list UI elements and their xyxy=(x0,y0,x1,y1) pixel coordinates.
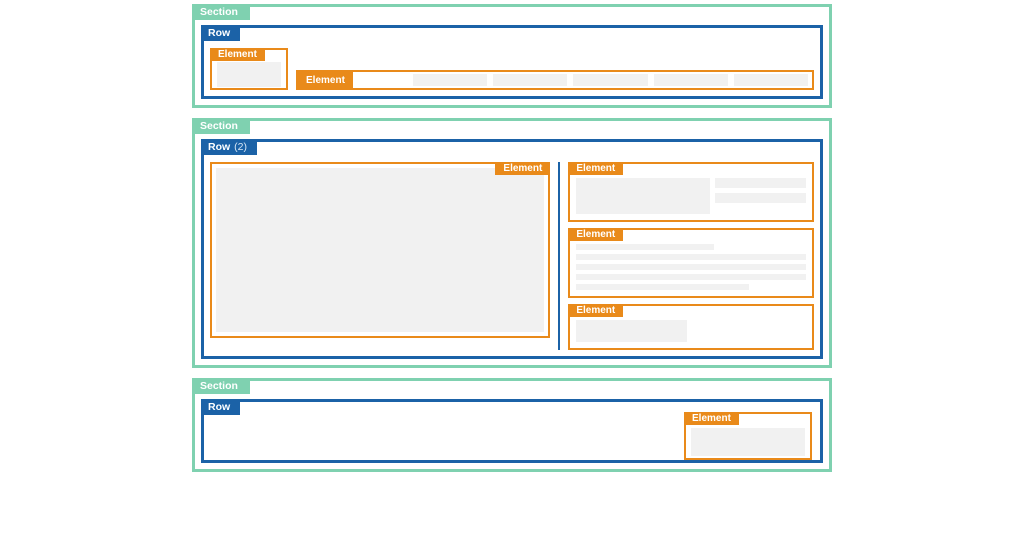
row-label: Row xyxy=(201,399,240,415)
placeholder-block xyxy=(734,74,808,86)
placeholder-block xyxy=(715,178,806,188)
placeholder-line xyxy=(576,254,806,260)
element-label: Element xyxy=(684,412,739,425)
placeholder-line xyxy=(576,274,806,280)
placeholder-block xyxy=(216,168,544,332)
element-footer-widget: Element xyxy=(684,412,812,460)
element-heading-block: Element xyxy=(568,162,814,222)
row-label: Row (2) xyxy=(201,139,257,155)
placeholder-block xyxy=(217,62,281,87)
placeholder-line xyxy=(576,284,748,290)
placeholder-block xyxy=(691,428,805,456)
element-label: Element xyxy=(298,72,353,88)
section-label: Section xyxy=(192,4,250,20)
row-label: Row xyxy=(201,25,240,41)
element-label: Element xyxy=(568,228,623,241)
element-cta-block: Element xyxy=(568,304,814,350)
section-1-row: Row Element Element xyxy=(201,25,823,99)
element-nav: Element xyxy=(296,70,814,90)
section-2: Section Row (2) Element Element xyxy=(192,118,832,368)
section-3-row: Row Element xyxy=(201,399,823,463)
element-label: Element xyxy=(568,162,623,175)
placeholder-block xyxy=(654,74,728,86)
nav-item-placeholders xyxy=(413,74,812,86)
layout-diagram: Section Row Element Element xyxy=(192,4,832,472)
placeholder-block xyxy=(573,74,647,86)
section-3: Section Row Element xyxy=(192,378,832,472)
element-label: Element xyxy=(568,304,623,317)
row-label-text: Row xyxy=(208,401,230,413)
placeholder-line xyxy=(576,244,714,250)
section-label: Section xyxy=(192,118,250,134)
section-1: Section Row Element Element xyxy=(192,4,832,108)
row-column-1: Element xyxy=(210,162,560,350)
row-column-count: (2) xyxy=(231,141,247,153)
row-label-text: Row xyxy=(208,27,230,39)
element-logo: Element xyxy=(210,48,288,90)
row-column-2: Element Element xyxy=(560,162,814,350)
placeholder-block xyxy=(576,320,686,342)
element-label: Element xyxy=(210,48,265,61)
placeholder-block xyxy=(715,193,806,203)
element-label: Element xyxy=(495,162,550,175)
element-text-lines: Element xyxy=(568,228,814,298)
section-2-row: Row (2) Element Element xyxy=(201,139,823,359)
placeholder-line xyxy=(576,264,806,270)
placeholder-block xyxy=(576,178,709,214)
section-label: Section xyxy=(192,378,250,394)
row-label-text: Row xyxy=(208,141,230,153)
placeholder-block xyxy=(493,74,567,86)
placeholder-block xyxy=(413,74,487,86)
element-hero: Element xyxy=(210,162,550,338)
